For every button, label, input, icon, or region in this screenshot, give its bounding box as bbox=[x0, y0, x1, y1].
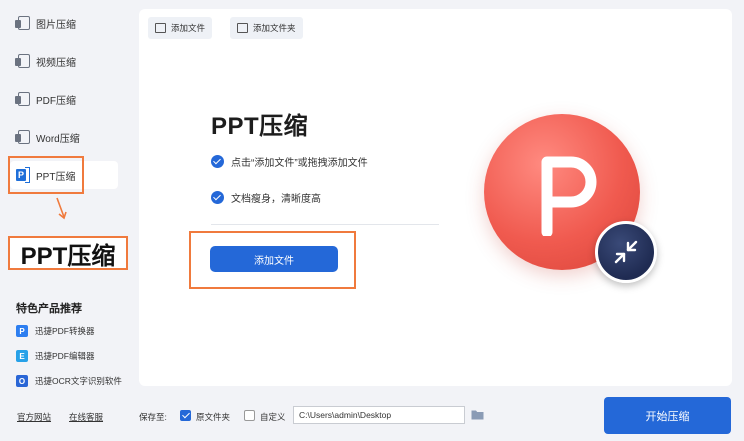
sidebar-item-pdf[interactable]: PDF压缩 bbox=[10, 85, 118, 113]
letter-p-icon bbox=[541, 156, 597, 236]
folder-add-icon bbox=[237, 23, 248, 33]
output-path-field[interactable]: C:\Users\admin\Desktop bbox=[293, 406, 465, 424]
add-file-main-button[interactable]: 添加文件 bbox=[210, 246, 338, 272]
recommend-item-label: 迅捷PDF转换器 bbox=[35, 326, 95, 336]
file-add-icon bbox=[155, 23, 166, 33]
image-compress-icon bbox=[15, 16, 30, 30]
start-compress-button[interactable]: 开始压缩 bbox=[604, 397, 731, 434]
add-file-button[interactable]: 添加文件 bbox=[148, 17, 213, 39]
feature-item: 点击“添加文件”或拖拽添加文件 bbox=[211, 154, 368, 169]
recommend-item[interactable]: P 迅捷PDF转换器 bbox=[16, 325, 95, 337]
sidebar: 图片压缩 视频压缩 PDF压缩 Word压缩 P PPT压缩 PPT压缩 特色产… bbox=[0, 0, 132, 441]
recommend-item-label: 迅捷PDF编辑器 bbox=[35, 351, 95, 361]
feature-text: 点击“添加文件”或拖拽添加文件 bbox=[231, 158, 368, 169]
add-folder-label: 添加文件夹 bbox=[253, 23, 296, 33]
video-compress-icon bbox=[15, 54, 30, 68]
callout-label: PPT压缩 bbox=[8, 236, 128, 270]
feature-text: 文档瘦身，清晰度高 bbox=[231, 194, 321, 205]
highlight-box-sidebar bbox=[8, 156, 84, 194]
sidebar-item-image[interactable]: 图片压缩 bbox=[10, 9, 118, 37]
official-site-link[interactable]: 官方网站 bbox=[17, 411, 51, 423]
sidebar-item-word[interactable]: Word压缩 bbox=[10, 123, 118, 151]
word-compress-icon bbox=[15, 130, 30, 144]
recommend-item[interactable]: O 迅捷OCR文字识别软件 bbox=[16, 375, 122, 387]
pdf-converter-icon: P bbox=[16, 325, 28, 337]
check-circle-icon bbox=[211, 191, 224, 204]
main-panel: 添加文件 添加文件夹 PPT压缩 点击“添加文件”或拖拽添加文件 文档瘦身，清晰… bbox=[139, 9, 732, 386]
custom-folder-label: 自定义 bbox=[260, 412, 286, 422]
folder-icon[interactable] bbox=[471, 409, 484, 420]
sidebar-item-label: 图片压缩 bbox=[36, 19, 76, 31]
recommend-item[interactable]: E 迅捷PDF编辑器 bbox=[16, 350, 95, 362]
sidebar-item-label: Word压缩 bbox=[36, 133, 80, 145]
check-circle-icon bbox=[211, 155, 224, 168]
save-to-label: 保存至: bbox=[139, 412, 167, 422]
compress-arrows-icon bbox=[595, 221, 657, 283]
pdf-compress-icon bbox=[15, 92, 30, 106]
arrow-down-icon bbox=[56, 197, 67, 220]
divider bbox=[211, 224, 439, 225]
feature-item: 文档瘦身，清晰度高 bbox=[211, 190, 321, 205]
ocr-icon: O bbox=[16, 375, 28, 387]
page-title: PPT压缩 bbox=[211, 113, 309, 140]
sidebar-item-label: PDF压缩 bbox=[36, 95, 76, 107]
pdf-editor-icon: E bbox=[16, 350, 28, 362]
add-folder-button[interactable]: 添加文件夹 bbox=[230, 17, 303, 39]
sidebar-item-label: 视频压缩 bbox=[36, 57, 76, 69]
sidebar-item-video[interactable]: 视频压缩 bbox=[10, 47, 118, 75]
add-file-label: 添加文件 bbox=[171, 23, 206, 33]
online-service-link[interactable]: 在线客服 bbox=[69, 411, 103, 423]
source-folder-label: 原文件夹 bbox=[196, 412, 231, 422]
recommend-item-label: 迅捷OCR文字识别软件 bbox=[35, 376, 122, 386]
source-folder-checkbox[interactable] bbox=[180, 410, 191, 421]
recommend-title: 特色产品推荐 bbox=[16, 303, 82, 315]
custom-folder-checkbox[interactable] bbox=[244, 410, 255, 421]
